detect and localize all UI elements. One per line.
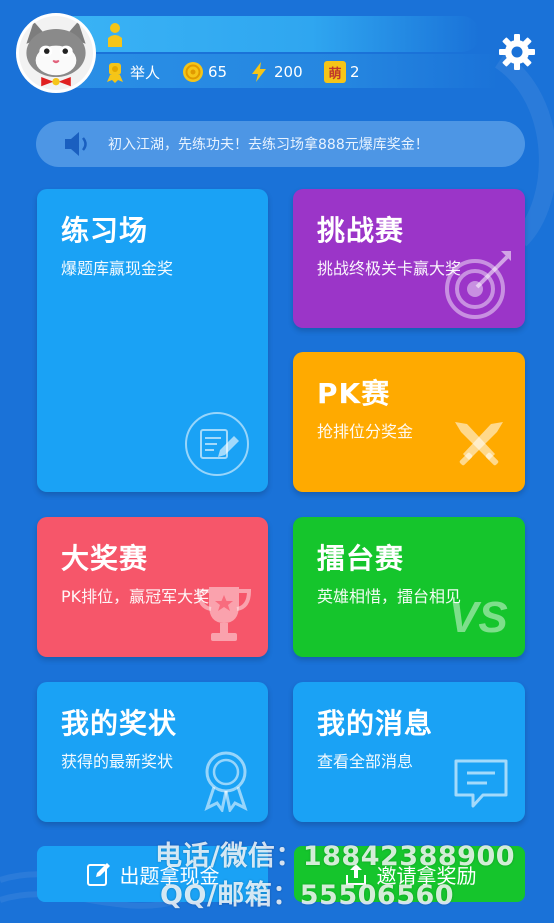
arena-card[interactable]: 擂台赛 英雄相惜，擂台相见 VS [293, 517, 525, 657]
pk-title: PK赛 [317, 377, 391, 410]
coins-value: 65 [208, 63, 228, 81]
badges-value: 2 [350, 63, 360, 81]
lightning-icon [252, 62, 266, 82]
grand-prize-title: 大奖赛 [61, 542, 149, 575]
grand-prize-subtitle: PK排位，赢冠军大奖 [61, 587, 210, 606]
badge-char: 萌 [328, 66, 342, 82]
trophy-icon [196, 587, 252, 641]
user-icon [108, 23, 122, 47]
edit-icon [86, 863, 110, 886]
coin-icon [183, 62, 203, 82]
target-icon [445, 251, 511, 319]
challenge-title: 挑战赛 [317, 214, 405, 247]
watermark-phone: 电话/微信：18842388900 [155, 841, 516, 872]
challenge-card[interactable]: 挑战赛 挑战终极关卡赢大奖 [293, 189, 525, 328]
practice-card[interactable]: 练习场 爆题库赢现金奖 [37, 189, 268, 492]
arena-subtitle: 英雄相惜，擂台相见 [317, 587, 462, 606]
energy-stat: 200 [248, 60, 303, 84]
energy-value: 200 [274, 63, 303, 81]
practice-title: 练习场 [61, 214, 149, 247]
notebook-pen-icon [185, 412, 249, 476]
my-awards-card[interactable]: 我的奖状 获得的最新奖状 [37, 682, 268, 822]
my-messages-title: 我的消息 [317, 707, 434, 740]
cat-avatar-icon [19, 16, 93, 90]
user-header: 举人 65 200 萌 2 [0, 0, 554, 100]
my-messages-card[interactable]: 我的消息 查看全部消息 [293, 682, 525, 822]
grand-prize-card[interactable]: 大奖赛 PK排位，赢冠军大奖 [37, 517, 268, 657]
challenge-subtitle: 挑战终极关卡赢大奖 [317, 259, 462, 278]
notice-text: 初入江湖，先练功夫！去练习场拿888元爆库奖金！ [108, 137, 429, 153]
my-awards-subtitle: 获得的最新奖状 [61, 752, 174, 771]
vs-icon: VS [449, 593, 508, 642]
notice-banner[interactable]: 初入江湖，先练功夫！去练习场拿888元爆库奖金！ [36, 121, 525, 167]
speaker-icon [65, 132, 87, 156]
badge-icon: 萌 [324, 61, 346, 83]
message-icon [454, 759, 508, 808]
rank-label: 举人 [130, 63, 161, 82]
my-messages-subtitle: 查看全部消息 [317, 752, 414, 771]
gear-icon[interactable] [498, 33, 536, 71]
my-awards-title: 我的奖状 [61, 707, 178, 740]
rank-medal-icon [107, 63, 123, 83]
medal-icon [204, 751, 248, 812]
coins-stat: 65 [182, 60, 227, 84]
pk-subtitle: 抢排位分奖金 [317, 422, 414, 441]
badge-stat: 萌 2 [324, 60, 360, 84]
watermark-qq: QQ/邮箱：55506560 [160, 880, 455, 911]
practice-subtitle: 爆题库赢现金奖 [61, 259, 174, 278]
pk-card[interactable]: PK赛 抢排位分奖金 [293, 352, 525, 492]
crossed-swords-icon [455, 422, 503, 466]
avatar[interactable] [16, 13, 96, 93]
arena-title: 擂台赛 [317, 542, 405, 575]
rank-stat: 举人 [104, 60, 160, 84]
